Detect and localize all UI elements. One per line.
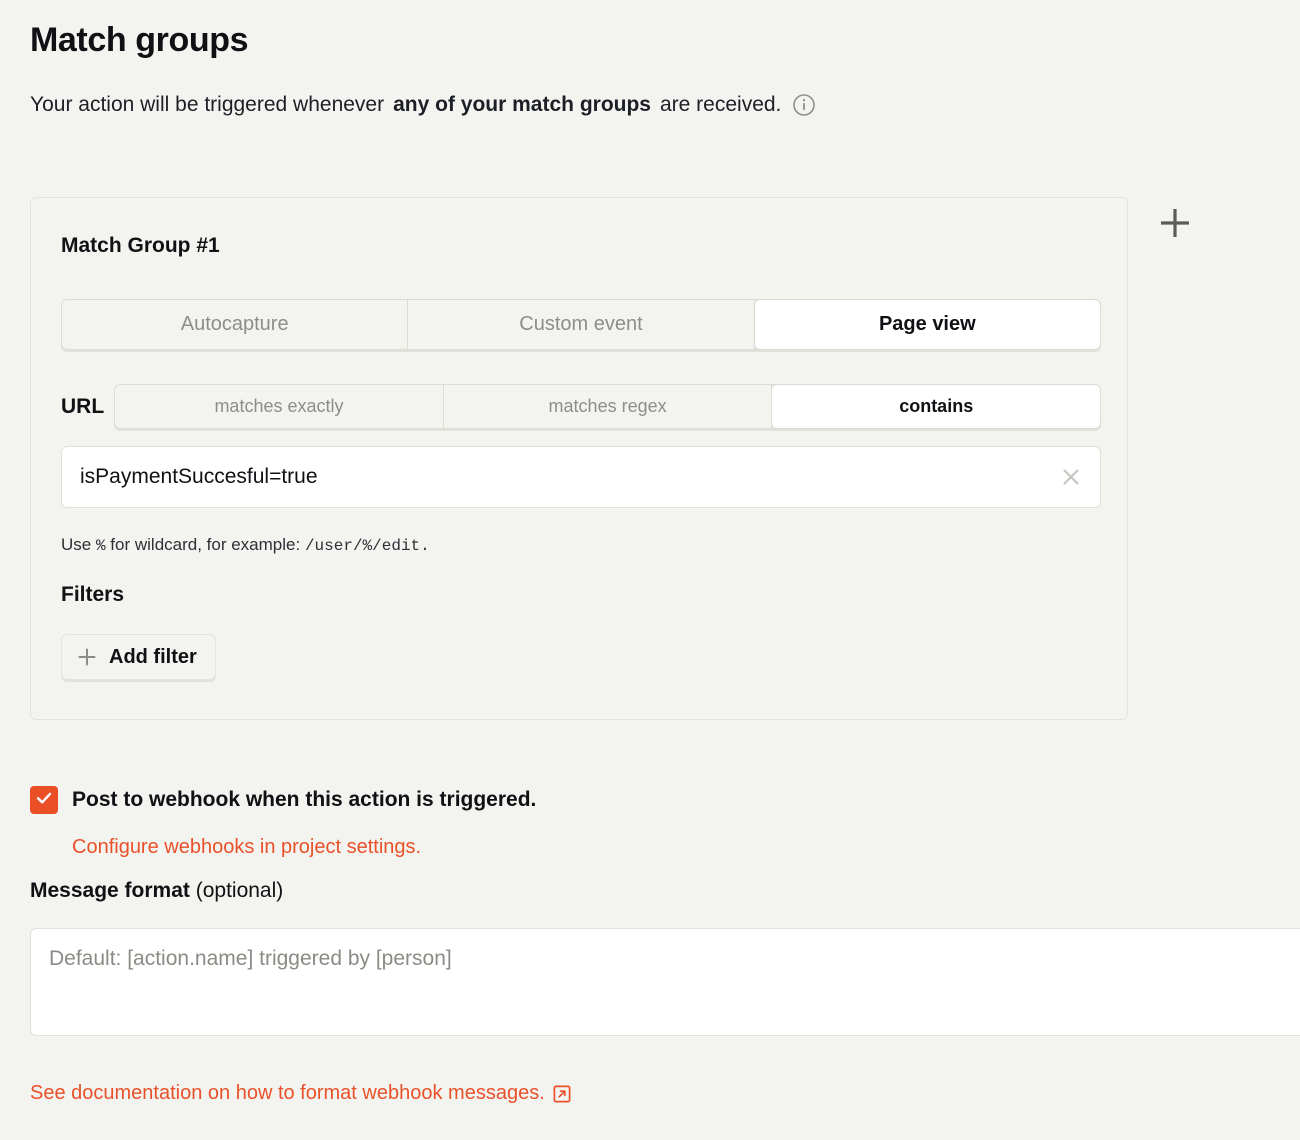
info-icon[interactable] [792, 93, 816, 117]
url-input-wrapper [61, 446, 1101, 508]
match-group-title: Match Group #1 [61, 234, 220, 257]
external-link-icon [552, 1084, 572, 1104]
subtitle-emphasis: any of your match groups [393, 93, 651, 116]
hint-prefix: Use [61, 535, 96, 554]
message-format-title: Message format [30, 879, 190, 902]
page-subtitle: Your action will be triggered whenever a… [30, 90, 816, 120]
url-label: URL [61, 394, 105, 418]
webhook-documentation-link[interactable]: See documentation on how to format webho… [30, 1082, 572, 1105]
subtitle-prefix: Your action will be triggered whenever [30, 93, 385, 116]
tab-matches-exactly[interactable]: matches exactly [115, 385, 444, 428]
hint-middle: for wildcard, for example: [105, 535, 305, 554]
add-filter-button[interactable]: Add filter [61, 634, 216, 680]
plus-icon [76, 646, 98, 668]
url-match-row: URL matches exactly matches regex contai… [61, 384, 1101, 429]
message-format-textarea[interactable] [30, 928, 1300, 1036]
page-title: Match groups [30, 21, 249, 59]
message-format-optional: (optional) [189, 879, 284, 902]
tab-contains[interactable]: contains [772, 385, 1100, 428]
message-format-label: Message format (optional) [30, 877, 283, 905]
post-to-webhook-row[interactable]: Post to webhook when this action is trig… [30, 786, 536, 814]
hint-wildcard-token: % [95, 537, 106, 555]
match-groups-page: Match groups Your action will be trigger… [0, 0, 1300, 1140]
filters-title: Filters [61, 583, 125, 606]
post-to-webhook-label: Post to webhook when this action is trig… [72, 788, 537, 811]
url-hint: Use % for wildcard, for example: /user/%… [61, 534, 430, 557]
tab-custom-event[interactable]: Custom event [408, 300, 755, 349]
doc-link-label: See documentation on how to format webho… [30, 1082, 545, 1104]
tab-matches-regex[interactable]: matches regex [443, 385, 773, 428]
url-match-type-tabs: matches exactly matches regex contains [114, 384, 1101, 429]
plus-icon [1156, 204, 1194, 247]
close-icon[interactable] [1056, 462, 1086, 492]
match-group-card: Match Group #1 Autocapture Custom event … [30, 197, 1128, 720]
configure-webhooks-link[interactable]: Configure webhooks in project settings. [72, 836, 421, 859]
post-to-webhook-checkbox[interactable] [30, 786, 58, 814]
tab-page-view[interactable]: Page view [754, 300, 1100, 349]
hint-example-token: /user/%/edit. [304, 537, 430, 555]
url-input[interactable] [80, 447, 1056, 507]
tab-autocapture[interactable]: Autocapture [62, 300, 409, 349]
check-icon [34, 788, 54, 813]
add-filter-label: Add filter [109, 645, 197, 668]
subtitle-suffix: are received. [659, 93, 782, 116]
event-type-tabs: Autocapture Custom event Page view [61, 299, 1101, 353]
add-match-group-button[interactable] [1152, 202, 1198, 248]
